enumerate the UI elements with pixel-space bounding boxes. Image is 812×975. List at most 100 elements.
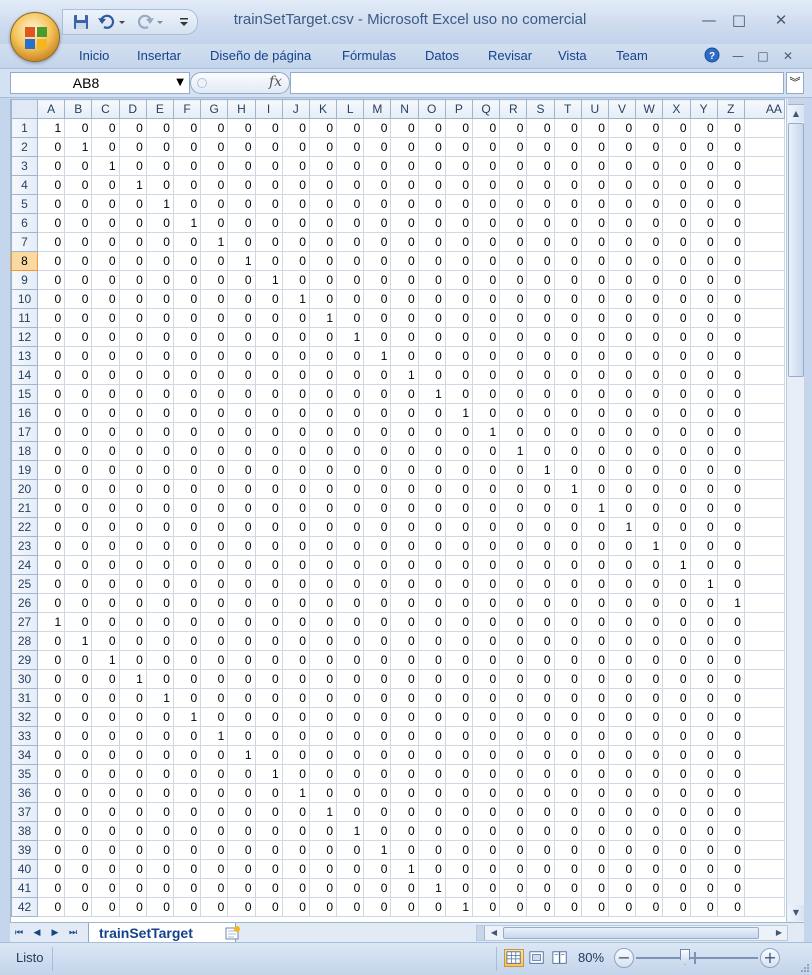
cell[interactable]: 0 [553,726,582,746]
cell[interactable]: 0 [227,460,256,480]
cell[interactable]: 0 [662,422,691,442]
cell[interactable]: 0 [444,783,474,803]
cell[interactable]: 0 [607,764,637,784]
cell[interactable]: 0 [662,232,691,252]
cell[interactable]: 0 [607,859,637,879]
cell[interactable]: 0 [553,175,582,195]
cell[interactable]: 0 [499,156,528,176]
cell[interactable]: 0 [580,175,609,195]
cell[interactable]: 0 [308,688,338,708]
cell[interactable]: 0 [526,175,555,195]
cell[interactable]: 0 [200,707,229,727]
cell[interactable]: 0 [662,308,691,328]
cell[interactable]: 0 [635,213,664,233]
cell[interactable]: 0 [36,840,66,860]
cell[interactable]: 0 [91,175,120,195]
cell[interactable]: 0 [553,365,582,385]
cell[interactable]: 0 [390,498,419,518]
cell[interactable]: 0 [716,460,745,480]
zoom-level[interactable]: 80% [578,950,604,965]
cell[interactable]: 0 [553,232,582,252]
cell[interactable]: 0 [471,878,501,898]
office-button[interactable] [10,12,60,62]
cell[interactable]: 0 [689,878,718,898]
cell[interactable]: 0 [662,821,691,841]
cell[interactable]: 0 [526,574,555,594]
cell[interactable] [743,840,785,860]
cell[interactable]: 0 [662,137,691,157]
cell[interactable]: 0 [118,422,147,442]
cell[interactable]: 0 [580,821,609,841]
cell[interactable]: 0 [91,213,120,233]
column-header-k[interactable]: K [308,99,338,119]
cell[interactable]: 0 [363,802,392,822]
cell[interactable]: 0 [716,650,745,670]
cell[interactable]: 0 [64,783,93,803]
cell[interactable]: 0 [499,878,528,898]
cell[interactable]: 0 [118,327,147,347]
cell[interactable]: 1 [200,726,229,746]
cell[interactable]: 0 [553,783,582,803]
cell[interactable]: 0 [145,384,174,404]
cell[interactable]: 0 [553,593,582,613]
cell[interactable]: 0 [227,707,256,727]
cell[interactable]: 0 [499,802,528,822]
cell[interactable]: 0 [471,840,501,860]
cell[interactable]: 0 [390,764,419,784]
cell[interactable]: 0 [281,403,310,423]
cell[interactable] [743,118,785,138]
page-break-view-button[interactable] [550,949,570,967]
cell[interactable]: 0 [145,175,174,195]
cell[interactable]: 0 [308,745,338,765]
column-header-c[interactable]: C [91,99,120,119]
cell[interactable]: 0 [716,745,745,765]
cell[interactable]: 0 [281,327,310,347]
cell[interactable]: 0 [580,688,609,708]
cell[interactable]: 0 [308,650,338,670]
cell[interactable]: 0 [499,194,528,214]
column-header-h[interactable]: H [227,99,256,119]
cell[interactable]: 0 [363,631,392,651]
cell[interactable]: 0 [308,593,338,613]
cell[interactable]: 0 [64,118,93,138]
cell[interactable] [743,422,785,442]
cell[interactable] [743,726,785,746]
cell[interactable]: 0 [336,650,365,670]
cell[interactable]: 0 [417,593,446,613]
cell[interactable]: 0 [281,593,310,613]
cell[interactable]: 0 [607,821,637,841]
cell[interactable]: 0 [91,460,120,480]
cell[interactable]: 1 [390,859,419,879]
cell[interactable]: 0 [689,745,718,765]
cell[interactable]: 0 [635,479,664,499]
cell[interactable]: 0 [145,821,174,841]
cell[interactable]: 0 [172,517,202,537]
cell[interactable]: 0 [281,669,310,689]
cell[interactable]: 1 [607,517,637,537]
cell[interactable]: 0 [200,365,229,385]
cell[interactable]: 0 [580,270,609,290]
cell[interactable]: 0 [689,460,718,480]
cell[interactable]: 0 [607,536,637,556]
cell[interactable]: 0 [471,821,501,841]
cell[interactable]: 0 [390,194,419,214]
cell[interactable]: 0 [308,612,338,632]
row-header[interactable]: 32 [11,707,38,727]
cell[interactable]: 0 [390,289,419,309]
cell[interactable]: 0 [308,270,338,290]
cell[interactable]: 0 [499,897,528,917]
row-header[interactable]: 28 [11,631,38,651]
cell[interactable]: 0 [635,802,664,822]
cell[interactable]: 0 [118,232,147,252]
cell[interactable]: 0 [227,536,256,556]
cell[interactable]: 0 [499,137,528,157]
horizontal-scroll-thumb[interactable] [503,927,759,939]
cell[interactable]: 0 [363,289,392,309]
cell[interactable]: 0 [36,498,66,518]
cell[interactable]: 0 [254,194,283,214]
cell[interactable]: 1 [36,612,66,632]
cell[interactable]: 0 [336,745,365,765]
cell[interactable]: 0 [499,232,528,252]
cell[interactable] [743,460,785,480]
cell[interactable]: 1 [308,802,338,822]
